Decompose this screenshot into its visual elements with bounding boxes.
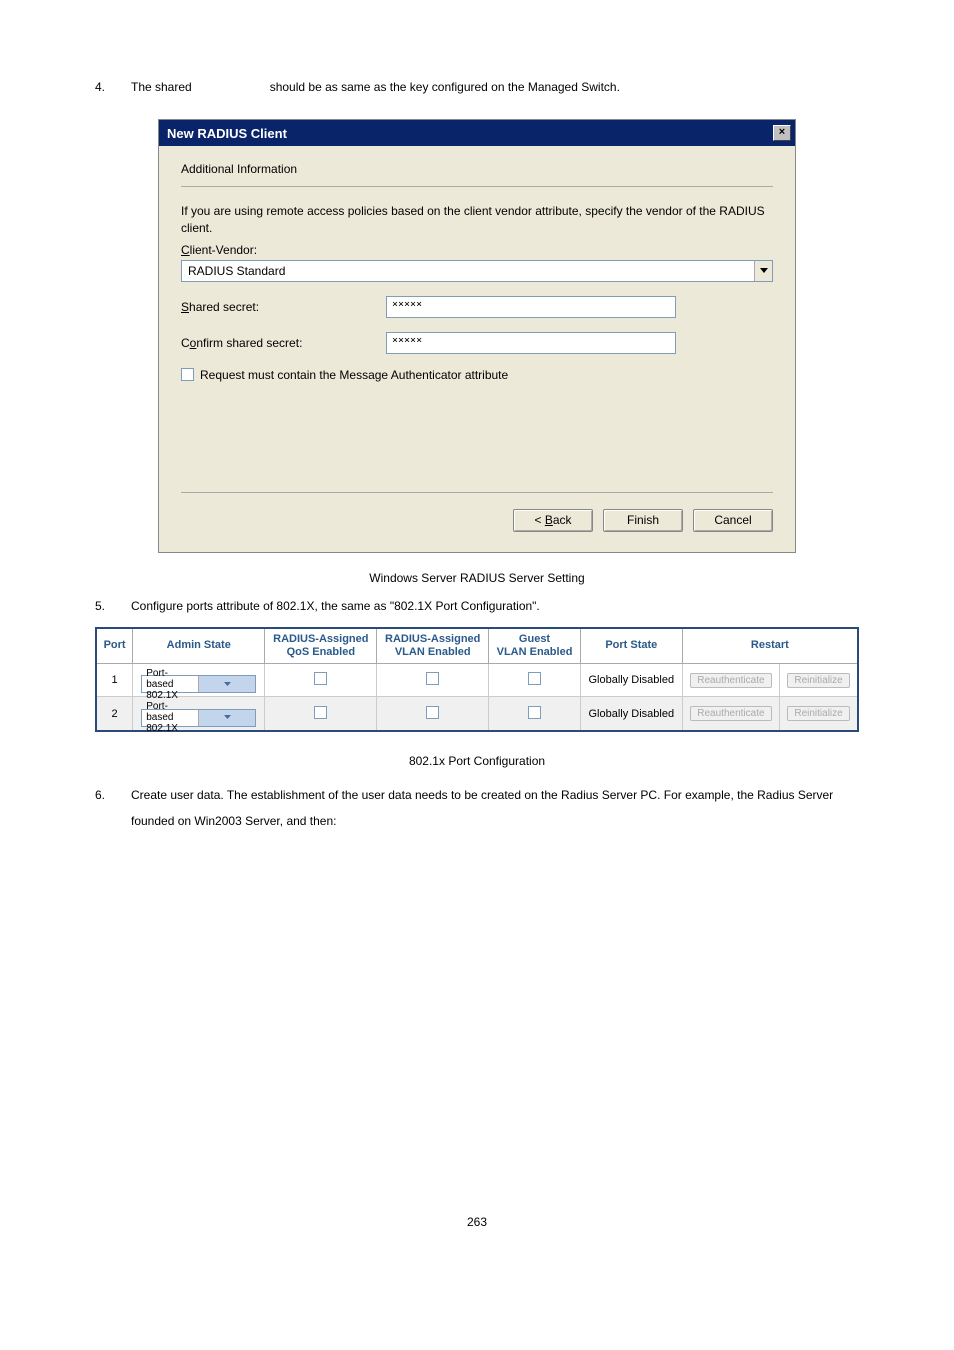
reauthenticate-button[interactable]: Reauthenticate <box>690 673 771 688</box>
table-row: 2 Port-based 802.1X Globally Disabled Re… <box>96 697 858 731</box>
cell-guest <box>489 663 581 697</box>
cell-reinit: Reinitialize <box>780 697 858 731</box>
cell-vlan <box>377 663 489 697</box>
shared-secret-label: Shared secret: <box>181 300 386 314</box>
admin-state-select[interactable]: Port-based 802.1X <box>141 675 256 693</box>
guest-checkbox[interactable] <box>528 672 541 685</box>
step-4: 4. The shared should be as same as the k… <box>95 80 859 94</box>
cell-qos <box>265 663 377 697</box>
figure-caption-1: Windows Server RADIUS Server Setting <box>95 571 859 585</box>
cell-reauth: Reauthenticate <box>682 697 779 731</box>
dialog-heading: Additional Information <box>181 162 773 176</box>
col-guest: GuestVLAN Enabled <box>489 628 581 664</box>
shared-secret-input[interactable]: ××××× <box>386 296 676 318</box>
cell-state: Globally Disabled <box>580 697 682 731</box>
vlan-checkbox[interactable] <box>426 672 439 685</box>
col-vlan: RADIUS-AssignedVLAN Enabled <box>377 628 489 664</box>
step-4-number: 4. <box>95 80 113 94</box>
chevron-down-icon <box>198 710 255 726</box>
col-port: Port <box>96 628 133 664</box>
finish-button[interactable]: Finish <box>603 509 683 532</box>
col-restart: Restart <box>682 628 858 664</box>
cell-state: Globally Disabled <box>580 663 682 697</box>
client-vendor-label: Client-Vendor: <box>181 243 773 257</box>
qos-checkbox[interactable] <box>314 706 327 719</box>
cell-qos <box>265 697 377 731</box>
guest-checkbox[interactable] <box>528 706 541 719</box>
col-port-state: Port State <box>580 628 682 664</box>
reinitialize-button[interactable]: Reinitialize <box>787 706 849 721</box>
client-vendor-select[interactable]: RADIUS Standard <box>181 260 773 282</box>
confirm-secret-input[interactable]: ××××× <box>386 332 676 354</box>
dialog-title: New RADIUS Client <box>167 126 287 141</box>
reauthenticate-button[interactable]: Reauthenticate <box>690 706 771 721</box>
chevron-down-icon[interactable] <box>754 261 772 281</box>
cell-vlan <box>377 697 489 731</box>
step-6: 6. Create user data. The establishment o… <box>95 782 859 835</box>
figure-caption-2: 802.1x Port Configuration <box>95 754 859 768</box>
cell-admin: Port-based 802.1X <box>133 697 265 731</box>
vlan-checkbox[interactable] <box>426 706 439 719</box>
message-auth-checkbox-row: Request must contain the Message Authent… <box>181 368 773 382</box>
step-5-text: Configure ports attribute of 802.1X, the… <box>131 599 540 613</box>
close-icon[interactable]: × <box>773 125 791 141</box>
cell-port: 1 <box>96 663 133 697</box>
dialog-title-bar: New RADIUS Client × <box>159 120 795 146</box>
qos-checkbox[interactable] <box>314 672 327 685</box>
table-row: 1 Port-based 802.1X Globally Disabled Re… <box>96 663 858 697</box>
message-auth-label: Request must contain the Message Authent… <box>200 368 508 382</box>
dialog-description: If you are using remote access policies … <box>181 203 773 237</box>
radius-client-dialog: New RADIUS Client × Additional Informati… <box>158 119 796 553</box>
page-number: 263 <box>95 1215 859 1229</box>
chevron-down-icon <box>198 676 255 692</box>
step-4-text-b: should be as same as the key configured … <box>270 80 620 94</box>
cell-admin: Port-based 802.1X <box>133 663 265 697</box>
cell-reinit: Reinitialize <box>780 663 858 697</box>
cell-guest <box>489 697 581 731</box>
col-qos: RADIUS-AssignedQoS Enabled <box>265 628 377 664</box>
cell-port: 2 <box>96 697 133 731</box>
col-admin-state: Admin State <box>133 628 265 664</box>
step-6-number: 6. <box>95 782 113 835</box>
step-6-text: Create user data. The establishment of t… <box>131 782 859 835</box>
client-vendor-value: RADIUS Standard <box>182 261 754 281</box>
step-5-number: 5. <box>95 599 113 613</box>
cancel-button[interactable]: Cancel <box>693 509 773 532</box>
admin-state-select[interactable]: Port-based 802.1X <box>141 709 256 727</box>
dialog-footer: < Back Finish Cancel <box>181 492 773 532</box>
step-4-text-a: The shared <box>131 80 192 94</box>
cell-reauth: Reauthenticate <box>682 663 779 697</box>
message-auth-checkbox[interactable] <box>181 368 194 381</box>
divider <box>181 186 773 187</box>
port-config-table: Port Admin State RADIUS-AssignedQoS Enab… <box>95 627 859 732</box>
back-button[interactable]: < Back <box>513 509 593 532</box>
step-5: 5. Configure ports attribute of 802.1X, … <box>95 599 859 613</box>
reinitialize-button[interactable]: Reinitialize <box>787 673 849 688</box>
confirm-secret-label: Confirm shared secret: <box>181 336 386 350</box>
